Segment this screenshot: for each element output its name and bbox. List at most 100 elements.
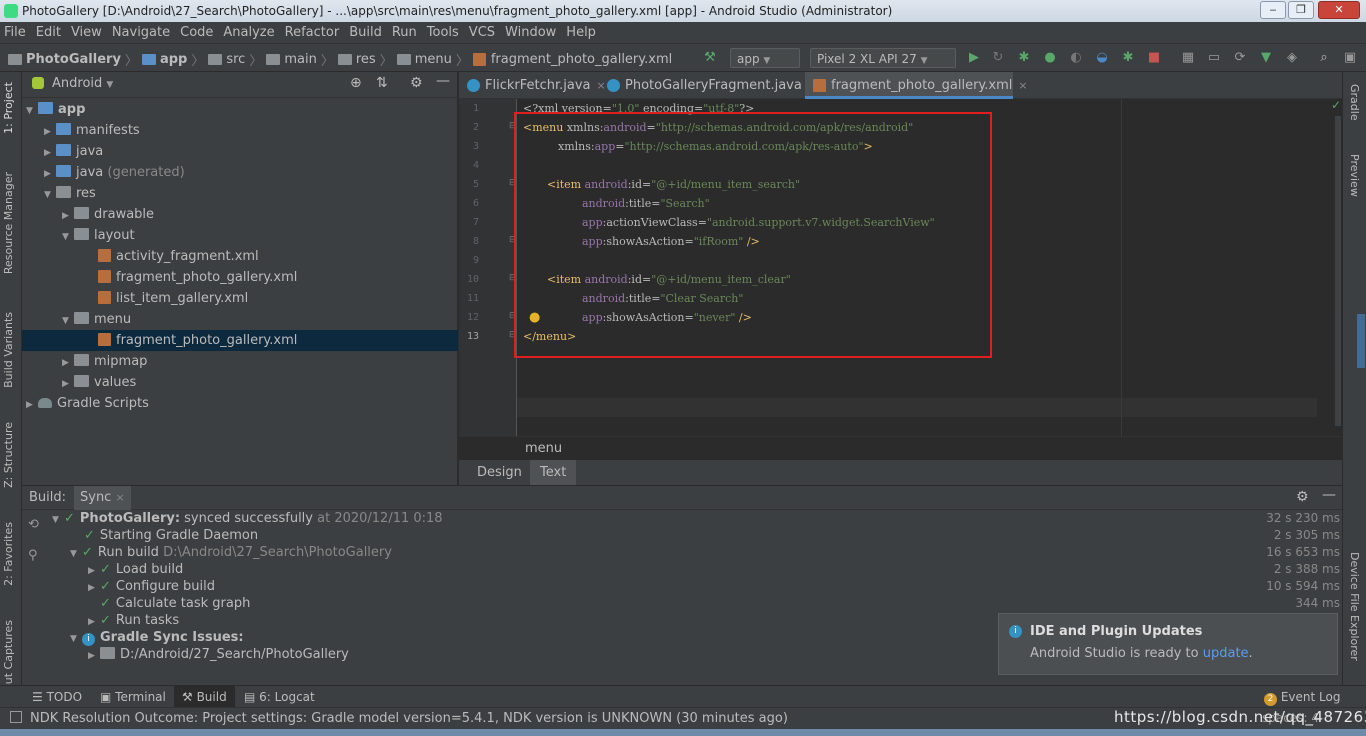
collapse-all-icon[interactable]: ⇅: [376, 75, 388, 91]
close-tab-icon[interactable]: ×: [115, 491, 124, 504]
build-row[interactable]: ▼ ✓ Run build D:\Android\27_Search\PhotoGa…: [70, 544, 392, 561]
bug-icon[interactable]: ●: [1042, 50, 1058, 66]
menu-analyze[interactable]: Analyze: [223, 25, 274, 40]
breadcrumb-main[interactable]: main: [284, 52, 316, 67]
expand-arrow-icon[interactable]: ▶: [62, 206, 74, 227]
menu-build[interactable]: Build: [349, 25, 382, 40]
tree-item-gradle-scripts[interactable]: ▶ Gradle Scripts: [22, 393, 458, 414]
build-row[interactable]: ▶ ✓ Load build: [88, 561, 183, 578]
menu-help[interactable]: Help: [566, 25, 596, 40]
expand-arrow-icon[interactable]: ▶: [44, 122, 56, 143]
hide-panel-icon[interactable]: —: [436, 73, 450, 89]
expand-arrow-icon[interactable]: ▼: [44, 185, 56, 206]
tool-tab-structure[interactable]: Z: Structure: [2, 422, 15, 488]
tab-sync[interactable]: Sync ×: [74, 486, 131, 510]
menu-navigate[interactable]: Navigate: [112, 25, 170, 40]
tab-design[interactable]: Design: [467, 460, 532, 485]
tree-item-activity-fragment-xml[interactable]: activity_fragment.xml: [22, 246, 458, 267]
expand-arrow-icon[interactable]: ▶: [62, 374, 74, 395]
update-link[interactable]: update: [1203, 646, 1249, 661]
tree-item-java[interactable]: ▶ java: [22, 141, 458, 162]
run-icon[interactable]: ▶: [966, 50, 982, 66]
breadcrumb-src[interactable]: src: [226, 52, 245, 67]
tool-tab-device-file-explorer[interactable]: Device File Explorer: [1348, 552, 1361, 661]
search-icon[interactable]: ⌕: [1316, 50, 1332, 66]
tool-tab-resource-manager[interactable]: Resource Manager: [2, 172, 15, 274]
module-selector[interactable]: app ▼: [730, 48, 800, 68]
close-button[interactable]: ✕: [1318, 1, 1360, 19]
build-row-root[interactable]: ▼ ✓ PhotoGallery: synced successfully at 2…: [52, 510, 443, 527]
tool-tab-preview[interactable]: Preview: [1348, 154, 1361, 197]
menu-file[interactable]: File: [4, 25, 26, 40]
expand-arrow-icon[interactable]: ▼: [62, 227, 74, 248]
expand-arrow-icon[interactable]: ▶: [44, 164, 56, 185]
tab-flickrfetchr[interactable]: FlickrFetchr.java ×: [459, 72, 606, 99]
tree-item-list-item-gallery-xml[interactable]: list_item_gallery.xml: [22, 288, 458, 309]
update-notification[interactable]: i IDE and Plugin Updates Android Studio …: [998, 613, 1338, 675]
status-message[interactable]: NDK Resolution Outcome: Project settings…: [30, 711, 788, 726]
menu-window[interactable]: Window: [505, 25, 556, 40]
expand-arrow-icon[interactable]: ▼: [62, 311, 74, 332]
debug-icon[interactable]: ✱: [1016, 50, 1032, 66]
expand-arrow-icon[interactable]: ▼: [26, 101, 38, 122]
apply-changes-icon[interactable]: ↻: [990, 50, 1006, 66]
menu-edit[interactable]: Edit: [36, 25, 61, 40]
menu-view[interactable]: View: [71, 25, 102, 40]
layout-inspector-icon[interactable]: ▣: [1342, 50, 1358, 66]
tool-tab-build-variants[interactable]: Build Variants: [2, 312, 15, 388]
minimize-button[interactable]: ‒: [1260, 1, 1286, 19]
tool-tab-gradle[interactable]: Gradle: [1348, 84, 1361, 121]
breadcrumb-res[interactable]: res: [356, 52, 376, 67]
sdk-manager-icon[interactable]: ▼: [1258, 50, 1274, 66]
menu-run[interactable]: Run: [392, 25, 417, 40]
tool-tab-project[interactable]: 1: Project: [2, 82, 15, 134]
profile-icon[interactable]: ◒: [1094, 50, 1110, 66]
sync-gradle-icon[interactable]: ⟳: [1232, 50, 1248, 66]
stop-icon[interactable]: ■: [1146, 50, 1162, 66]
tree-item-manifests[interactable]: ▶ manifests: [22, 120, 458, 141]
build-row[interactable]: ▶ ✓ Run tasks: [88, 612, 179, 629]
build-row[interactable]: ▶ ✓ Configure build: [88, 578, 215, 595]
close-tab-icon[interactable]: ×: [1018, 79, 1027, 92]
restore-button[interactable]: ❐: [1288, 1, 1314, 19]
editor-breadcrumb-item[interactable]: menu: [525, 441, 562, 456]
coverage-icon[interactable]: ◐: [1068, 50, 1084, 66]
tab-fragment-photo-gallery-xml[interactable]: fragment_photo_gallery.xml ×: [805, 72, 1028, 99]
terminal-button[interactable]: ▣ Terminal: [100, 686, 166, 708]
hide-panel-icon[interactable]: —: [1322, 487, 1336, 503]
tree-item-fragment-photo-gallery-menu-xml[interactable]: fragment_photo_gallery.xml: [22, 330, 458, 351]
menu-tools[interactable]: Tools: [427, 25, 459, 40]
expand-arrow-icon[interactable]: ▶: [88, 580, 100, 597]
device-selector[interactable]: Pixel 2 XL API 27 ▼: [810, 48, 956, 68]
tree-item-drawable[interactable]: ▶ drawable: [22, 204, 458, 225]
expand-arrow-icon[interactable]: ▼: [70, 631, 82, 648]
build-row[interactable]: ✓ Calculate task graph: [100, 595, 250, 612]
tool-tab-favorites[interactable]: 2: Favorites: [2, 522, 15, 586]
expand-arrow-icon[interactable]: ▼: [70, 546, 82, 563]
gear-icon[interactable]: ⚙: [410, 75, 423, 91]
build-row-sync-issues[interactable]: ▼ i Gradle Sync Issues:: [70, 629, 244, 646]
tree-item-menu[interactable]: ▼ menu: [22, 309, 458, 330]
hammer-icon[interactable]: ⚒: [702, 50, 718, 66]
build-row[interactable]: ▶ D:/Android/27_Search/PhotoGallery: [88, 646, 349, 663]
expand-arrow-icon[interactable]: ▶: [44, 143, 56, 164]
tab-photogalleryfragment[interactable]: PhotoGalleryFragment.java×: [599, 72, 817, 99]
toggle-tool-windows-icon[interactable]: [10, 711, 22, 723]
expand-arrow-icon[interactable]: ▶: [62, 353, 74, 374]
device-monitor-icon[interactable]: ◈: [1284, 50, 1300, 66]
rerun-icon[interactable]: ⟲: [28, 517, 39, 532]
breadcrumb-file[interactable]: fragment_photo_gallery.xml: [491, 52, 672, 67]
expand-arrow-icon[interactable]: ▶: [26, 395, 38, 416]
breadcrumb-app[interactable]: app: [160, 52, 187, 67]
tab-text[interactable]: Text: [530, 460, 577, 485]
event-log-button[interactable]: 2 Event Log: [1264, 686, 1340, 708]
project-structure-icon[interactable]: ▦: [1180, 50, 1196, 66]
gear-icon[interactable]: ⚙: [1296, 489, 1309, 505]
tree-item-fragment-photo-gallery-layout-xml[interactable]: fragment_photo_gallery.xml: [22, 267, 458, 288]
tree-item-values[interactable]: ▶ values: [22, 372, 458, 393]
logcat-button[interactable]: ▤ 6: Logcat: [244, 686, 315, 708]
breadcrumb-menu[interactable]: menu: [415, 52, 452, 67]
project-view-selector[interactable]: Android ▼: [52, 76, 113, 91]
editor-scrollbar[interactable]: [1335, 116, 1341, 426]
todo-button[interactable]: ☰ TODO: [32, 686, 82, 708]
